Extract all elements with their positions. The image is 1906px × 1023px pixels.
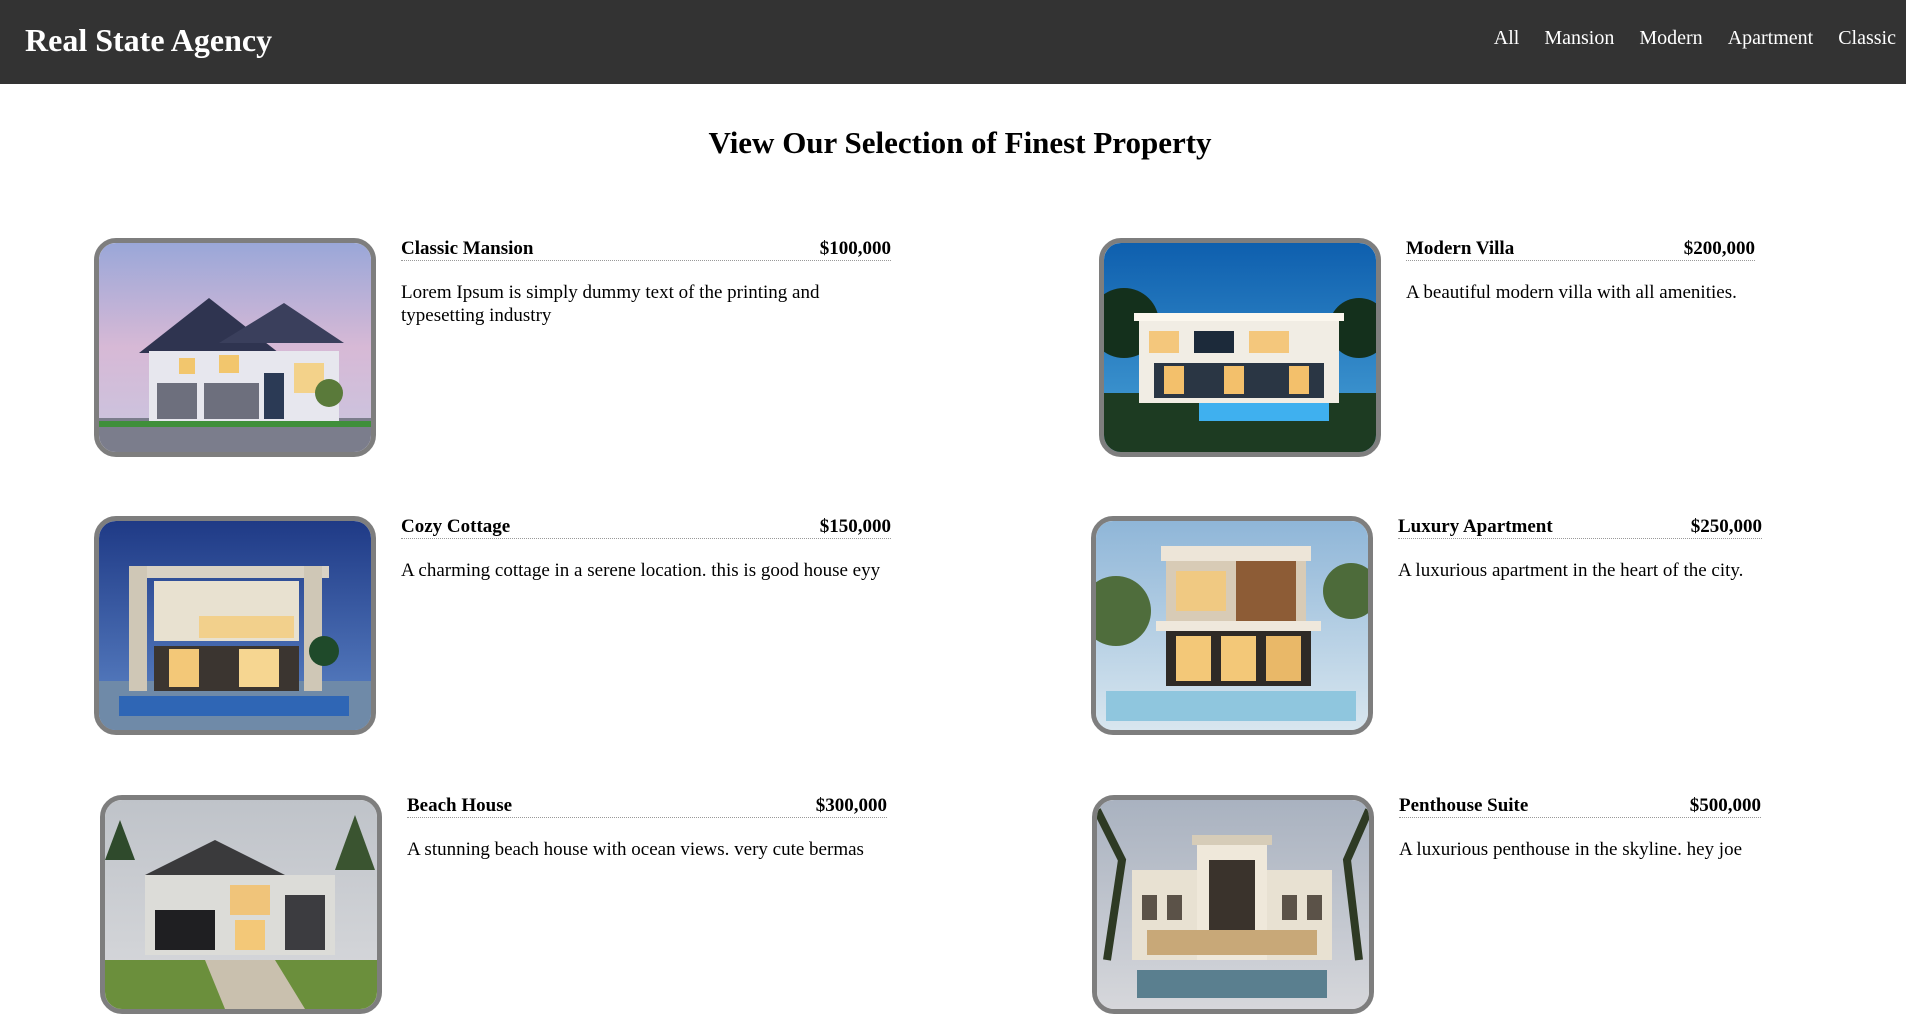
- listing-name: Classic Mansion: [401, 238, 534, 259]
- penthouse-mansion-photo[interactable]: [1092, 795, 1374, 1014]
- listing-price: $150,000: [819, 516, 891, 537]
- luxury-apartment-photo[interactable]: [1091, 516, 1373, 735]
- modern-house-night-photo[interactable]: [94, 516, 376, 735]
- listing-info: Modern Villa $200,000 A beautiful modern…: [1406, 238, 1755, 457]
- nav-link-modern[interactable]: Modern: [1639, 27, 1702, 50]
- listing-price: $250,000: [1690, 516, 1762, 537]
- listing-name: Beach House: [407, 795, 513, 816]
- listing-header: Beach House $300,000: [407, 795, 887, 818]
- top-navbar: Real State Agency All Mansion Modern Apa…: [0, 0, 1906, 84]
- brand-title[interactable]: Real State Agency: [25, 22, 272, 59]
- nav-link-classic[interactable]: Classic: [1838, 27, 1896, 50]
- listing-price: $200,000: [1683, 238, 1755, 259]
- listing-card[interactable]: Penthouse Suite $500,000 A luxurious pen…: [1092, 795, 1761, 1014]
- listing-name: Cozy Cottage: [401, 516, 511, 537]
- listing-info: Classic Mansion $100,000 Lorem Ipsum is …: [401, 238, 891, 457]
- listing-header: Penthouse Suite $500,000: [1399, 795, 1761, 818]
- listing-description: A luxurious apartment in the heart of th…: [1398, 560, 1744, 581]
- suburban-house-photo[interactable]: [94, 238, 376, 457]
- nav-link-all[interactable]: All: [1494, 27, 1520, 50]
- listing-description: A stunning beach house with ocean views.…: [407, 839, 864, 860]
- listing-info: Penthouse Suite $500,000 A luxurious pen…: [1399, 795, 1761, 1014]
- listing-price: $100,000: [819, 238, 891, 259]
- listing-header: Modern Villa $200,000: [1406, 238, 1755, 261]
- nav-link-apartment[interactable]: Apartment: [1728, 27, 1814, 50]
- listing-name: Penthouse Suite: [1399, 795, 1529, 816]
- listing-name: Luxury Apartment: [1398, 516, 1553, 537]
- listing-description: A beautiful modern villa with all amenit…: [1406, 282, 1737, 303]
- nav-link-mansion[interactable]: Mansion: [1544, 27, 1614, 50]
- listing-card[interactable]: Cozy Cottage $150,000 A charming cottage…: [94, 516, 891, 735]
- listing-description: Lorem Ipsum is simply dummy text of the …: [401, 282, 820, 326]
- listing-card[interactable]: Luxury Apartment $250,000 A luxurious ap…: [1091, 516, 1762, 735]
- page-title: View Our Selection of Finest Property: [708, 125, 1212, 160]
- listing-description: A charming cottage in a serene location.…: [401, 560, 881, 581]
- listing-card[interactable]: Beach House $300,000 A stunning beach ho…: [100, 795, 887, 1014]
- listing-name: Modern Villa: [1406, 238, 1515, 259]
- listing-info: Beach House $300,000 A stunning beach ho…: [407, 795, 887, 1014]
- main-nav: All Mansion Modern Apartment Classic: [1469, 27, 1906, 50]
- modern-villa-photo[interactable]: [1099, 238, 1381, 457]
- listing-description: A luxurious penthouse in the skyline. he…: [1399, 839, 1743, 860]
- listing-card[interactable]: Classic Mansion $100,000 Lorem Ipsum is …: [94, 238, 891, 457]
- beach-house-photo[interactable]: [100, 795, 382, 1014]
- listing-header: Luxury Apartment $250,000: [1398, 516, 1762, 539]
- listing-info: Cozy Cottage $150,000 A charming cottage…: [401, 516, 891, 735]
- listing-header: Cozy Cottage $150,000: [401, 516, 891, 539]
- listing-info: Luxury Apartment $250,000 A luxurious ap…: [1398, 516, 1762, 735]
- listing-price: $300,000: [815, 795, 887, 816]
- listing-card[interactable]: Modern Villa $200,000 A beautiful modern…: [1099, 238, 1755, 457]
- listing-price: $500,000: [1689, 795, 1761, 816]
- listing-header: Classic Mansion $100,000: [401, 238, 891, 261]
